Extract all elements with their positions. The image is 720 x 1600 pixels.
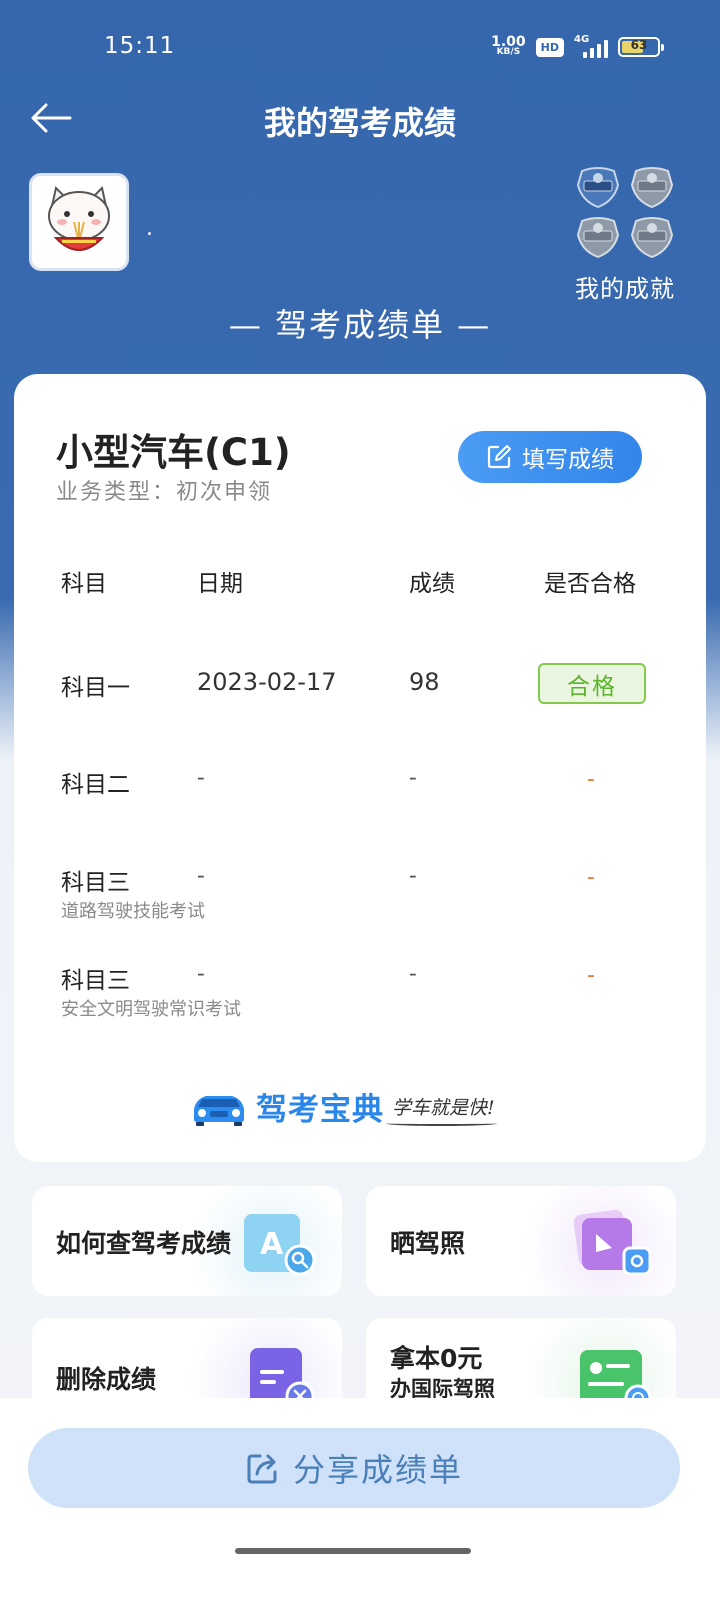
row-subject: 科目三 xyxy=(61,870,130,896)
achievements-button[interactable]: 我的成就 xyxy=(570,165,680,304)
business-type: 业务类型：初次申领 xyxy=(56,480,273,505)
network-speed-value: 1.00 xyxy=(491,34,526,50)
row-subject: 科目二 xyxy=(61,772,130,798)
show-license-tile[interactable]: 晒驾照 xyxy=(366,1186,676,1296)
row-score: - xyxy=(409,863,417,889)
share-scorecard-label: 分享成绩单 xyxy=(292,1451,463,1489)
medal-icon xyxy=(576,217,620,259)
network-speed-unit: KB/S xyxy=(496,47,521,57)
tile-label-line1: 拿本0元 xyxy=(390,1344,483,1373)
status-bar: 15:11 1.00 KB/S HD 4G 63 xyxy=(0,0,720,96)
row-note: 道路驾驶技能考试 xyxy=(61,901,205,922)
column-header-date: 日期 xyxy=(197,571,243,597)
network-speed: 1.00 KB/S xyxy=(491,34,526,57)
fill-score-button[interactable]: 填写成绩 xyxy=(458,431,642,483)
row-date: - xyxy=(197,863,205,889)
avatar[interactable] xyxy=(29,173,129,271)
app-header: 我的驾考成绩 xyxy=(0,88,720,148)
car-icon xyxy=(194,1095,244,1126)
row-date: - xyxy=(197,765,205,791)
row-result: - xyxy=(587,767,595,792)
status-icons: 1.00 KB/S HD 4G 63 xyxy=(491,34,664,60)
search-document-icon: A xyxy=(244,1214,316,1276)
column-header-subject: 科目 xyxy=(61,571,107,597)
hd-icon: HD xyxy=(535,37,564,57)
edit-icon xyxy=(487,445,511,469)
row-score: - xyxy=(409,765,417,791)
medal-icon xyxy=(630,217,674,259)
how-to-check-score-tile[interactable]: 如何查驾考成绩 A xyxy=(32,1186,342,1296)
medal-icon xyxy=(576,167,620,209)
tile-label: 晒驾照 xyxy=(390,1229,466,1258)
brand-logo: 驾考宝典 学车就是快! xyxy=(190,1084,497,1129)
tile-label: 如何查驾考成绩 xyxy=(56,1229,232,1258)
bottom-bar: 分享成绩单 xyxy=(0,1398,720,1600)
photo-icon xyxy=(574,1209,652,1276)
achievement-badges xyxy=(570,165,680,259)
car-type: 小型汽车(C1) xyxy=(56,431,291,474)
battery-icon: 63 xyxy=(618,37,664,57)
row-subject: 科目一 xyxy=(61,675,130,701)
brand-slogan: 学车就是快! xyxy=(386,1093,497,1126)
row-date: - xyxy=(197,961,205,987)
pass-status-badge: 合格 xyxy=(538,663,646,704)
row-date: 2023-02-17 xyxy=(197,668,337,696)
row-result: - xyxy=(587,865,595,890)
fill-score-label: 填写成绩 xyxy=(522,447,614,473)
status-time: 15:11 xyxy=(104,33,176,59)
brand-name: 驾考宝典 xyxy=(256,1092,384,1128)
share-scorecard-button[interactable]: 分享成绩单 xyxy=(28,1428,680,1508)
row-note: 安全文明驾驶常识考试 xyxy=(61,999,241,1020)
username: . xyxy=(146,216,153,241)
score-card: 小型汽车(C1) 业务类型：初次申领 填写成绩 科目 日期 成绩 是否合格 科目… xyxy=(14,374,706,1162)
cat-avatar-icon xyxy=(32,176,126,268)
tile-label: 删除成绩 xyxy=(56,1365,157,1394)
row-score: 98 xyxy=(409,668,440,696)
row-score: - xyxy=(409,961,417,987)
tile-label: 拿本0元 办国际驾照 xyxy=(390,1344,495,1404)
row-result: - xyxy=(587,963,595,988)
battery-level: 63 xyxy=(630,38,648,52)
column-header-score: 成绩 xyxy=(409,571,455,597)
share-icon xyxy=(247,1454,277,1484)
medal-icon xyxy=(630,167,674,209)
column-header-pass: 是否合格 xyxy=(544,571,636,597)
home-indicator[interactable] xyxy=(235,1548,471,1554)
section-title: — 驾考成绩单 — xyxy=(228,306,492,344)
signal-icon: 4G xyxy=(574,34,608,58)
row-subject: 科目三 xyxy=(61,968,130,994)
svg-text:A: A xyxy=(260,1227,284,1262)
page-title: 我的驾考成绩 xyxy=(263,104,456,142)
achievements-label: 我的成就 xyxy=(575,275,675,303)
